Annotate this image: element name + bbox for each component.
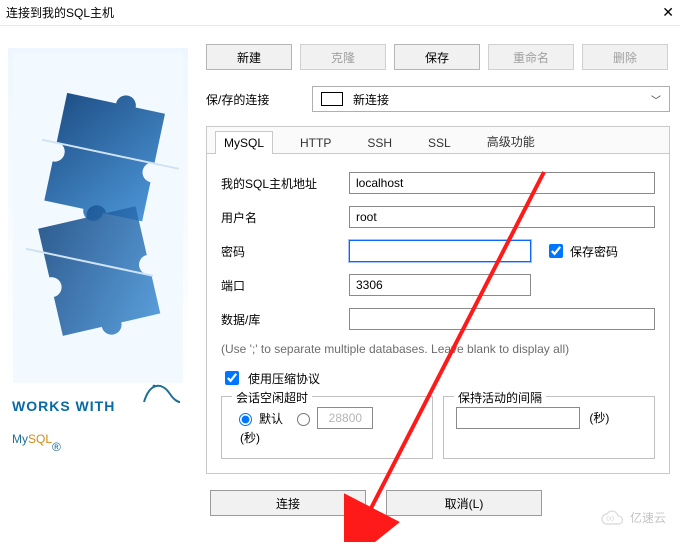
keep-alive-fieldset: 保持活动的间隔 (秒) <box>443 396 655 459</box>
keep-alive-legend: 保持活动的间隔 <box>454 389 546 406</box>
tab-advanced[interactable]: 高级功能 <box>478 128 544 154</box>
session-idle-custom-radio[interactable] <box>297 413 310 426</box>
tab-strip: MySQL HTTP SSH SSL 高级功能 <box>207 126 669 154</box>
database-input[interactable] <box>349 308 655 330</box>
new-button[interactable]: 新建 <box>206 44 292 70</box>
port-label: 端口 <box>221 277 349 294</box>
puzzle-image <box>8 48 188 388</box>
sidebar: WORKS WITH MySQL® <box>0 26 196 516</box>
color-swatch <box>321 92 343 106</box>
save-button[interactable]: 保存 <box>394 44 480 70</box>
database-hint: (Use ';' to separate multiple databases.… <box>221 342 655 356</box>
main-panel: 新建 克隆 保存 重命名 删除 保/存的连接 新连接 ﹀ MySQL HTTP … <box>196 26 680 516</box>
tab-ssh[interactable]: SSH <box>358 131 401 154</box>
session-idle-seconds: (秒) <box>240 429 280 446</box>
chevron-down-icon: ﹀ <box>651 92 661 107</box>
tab-mysql[interactable]: MySQL <box>215 131 273 154</box>
user-input[interactable] <box>349 206 655 228</box>
watermark-text: 亿速云 <box>630 509 666 526</box>
password-label: 密码 <box>221 243 349 260</box>
save-password-label: 保存密码 <box>570 243 618 260</box>
tab-http[interactable]: HTTP <box>291 131 340 154</box>
password-input[interactable] <box>349 240 531 262</box>
session-idle-default-radio[interactable] <box>239 413 252 426</box>
session-idle-custom-option[interactable] <box>292 407 373 429</box>
tabset: MySQL HTTP SSH SSL 高级功能 我的SQL主机地址 用户名 密码 <box>206 126 670 474</box>
clone-button[interactable]: 克隆 <box>300 44 386 70</box>
titlebar: 连接到我的SQL主机 ✕ <box>0 0 680 26</box>
rename-button[interactable]: 重命名 <box>488 44 574 70</box>
session-idle-default-option[interactable]: 默认 <box>234 410 283 427</box>
close-icon[interactable]: ✕ <box>662 4 674 21</box>
cloud-icon: ∞ <box>600 510 624 526</box>
logo-my: My <box>12 432 28 446</box>
keep-alive-seconds: (秒) <box>589 409 629 426</box>
logo-sql: SQL <box>28 432 52 446</box>
window-title: 连接到我的SQL主机 <box>6 4 114 21</box>
tab-body: 我的SQL主机地址 用户名 密码 保存密码 端口 <box>207 154 669 473</box>
compress-checkbox[interactable] <box>225 371 239 385</box>
keep-alive-input[interactable] <box>456 407 580 429</box>
port-input[interactable] <box>349 274 531 296</box>
connect-button[interactable]: 连接 <box>210 490 366 516</box>
session-idle-legend: 会话空闲超时 <box>232 389 312 406</box>
saved-connection-selected: 新连接 <box>353 91 389 108</box>
save-password-option[interactable]: 保存密码 <box>545 241 618 261</box>
save-password-checkbox[interactable] <box>549 244 563 258</box>
database-label: 数据/库 <box>221 311 349 328</box>
compress-option[interactable]: 使用压缩协议 <box>221 368 655 388</box>
session-idle-default-label: 默认 <box>259 410 283 427</box>
cancel-button[interactable]: 取消(L) <box>386 490 542 516</box>
host-input[interactable] <box>349 172 655 194</box>
tab-ssl[interactable]: SSL <box>419 131 460 154</box>
compress-label: 使用压缩协议 <box>248 370 320 387</box>
saved-connections-select[interactable]: 新连接 ﹀ <box>312 86 670 112</box>
saved-connections-label: 保/存的连接 <box>206 91 312 108</box>
svg-text:∞: ∞ <box>606 511 615 525</box>
session-idle-custom-input[interactable] <box>317 407 373 429</box>
mysql-logo: WORKS WITH MySQL® <box>8 398 188 454</box>
session-idle-fieldset: 会话空闲超时 默认 (秒) <box>221 396 433 459</box>
top-toolbar: 新建 克隆 保存 重命名 删除 <box>206 44 670 70</box>
host-label: 我的SQL主机地址 <box>221 175 349 192</box>
watermark: ∞ 亿速云 <box>600 509 666 526</box>
user-label: 用户名 <box>221 209 349 226</box>
delete-button[interactable]: 删除 <box>582 44 668 70</box>
saved-connections-row: 保/存的连接 新连接 ﹀ <box>206 86 670 112</box>
logo-reg: ® <box>52 440 61 454</box>
